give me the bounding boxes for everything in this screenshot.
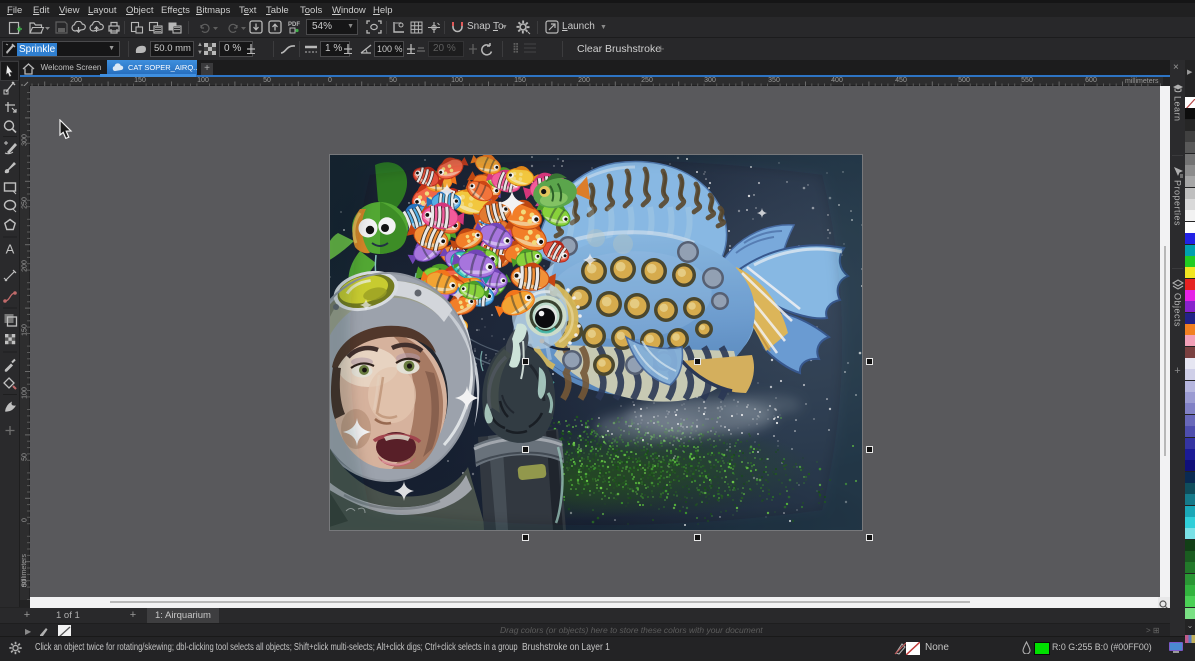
svg-text:250: 250 [22,197,29,209]
svg-text:150: 150 [22,324,29,336]
svg-text:A: A [6,242,15,257]
svg-text:0: 0 [22,518,29,522]
svg-text:300: 300 [22,134,29,146]
svg-text:100: 100 [22,387,29,399]
svg-text:200: 200 [22,260,29,272]
svg-text:PDF: PDF [288,22,300,28]
svg-text:50: 50 [22,453,29,461]
